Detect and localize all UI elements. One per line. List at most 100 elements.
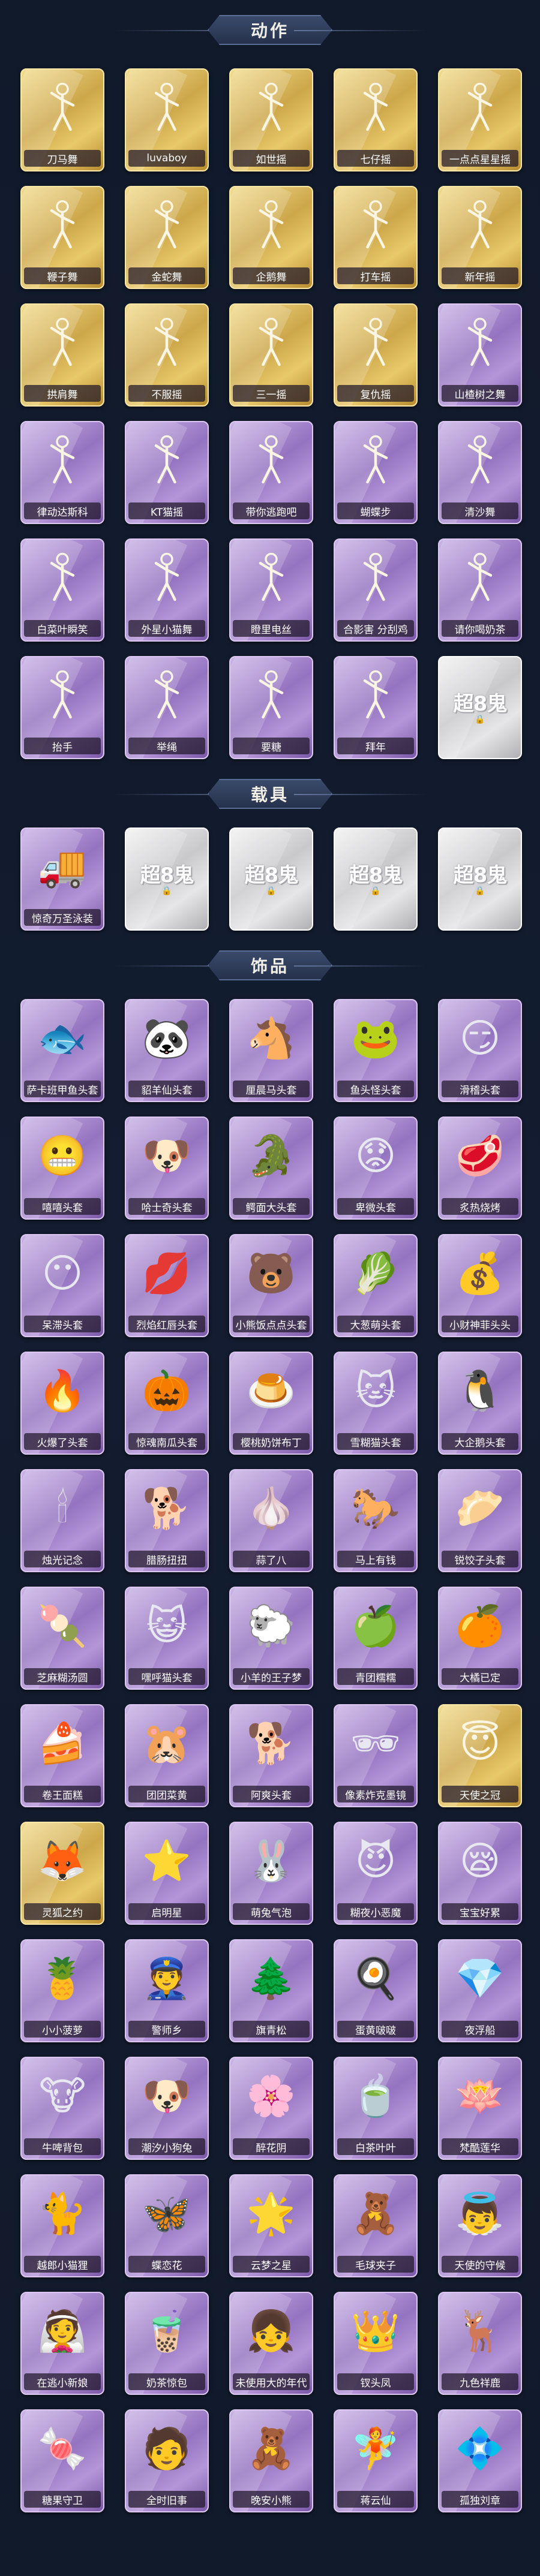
item-cell[interactable]: 要糖 (229, 656, 313, 759)
item-cell[interactable]: 🍬 糖果守卫 (20, 2409, 104, 2512)
item-cell[interactable]: 😈 糊夜小恶魔 (334, 1822, 418, 1925)
item-card[interactable]: 三一摇 (229, 303, 313, 407)
item-card[interactable]: 一点点星星摇 (438, 68, 522, 171)
item-card[interactable]: 🐶 哈士奇头套 (125, 1117, 209, 1220)
item-card[interactable]: 🍍 小小菠萝 (20, 1939, 104, 2042)
item-card[interactable]: 😈 糊夜小恶魔 (334, 1822, 418, 1925)
item-cell[interactable]: KT猫摇 (125, 421, 209, 524)
item-card[interactable]: 🍏 青团糯糯 (334, 1587, 418, 1690)
item-cell[interactable]: 🐹 团团菜黄 (125, 1704, 209, 1807)
item-card[interactable]: 🐶 潮汐小狗兔 (125, 2057, 209, 2160)
item-cell[interactable]: 🍡 芝麻糊汤圆 (20, 1587, 104, 1690)
item-cell[interactable]: 🐰 萌兔气泡 (229, 1822, 313, 1925)
item-cell[interactable]: 👰 在逃小新娘 (20, 2292, 104, 2395)
item-cell[interactable]: 刀马舞 (20, 68, 104, 171)
item-card[interactable]: 🧑 全时旧事 (125, 2409, 209, 2512)
item-card[interactable]: 拜年 (334, 656, 418, 759)
item-card[interactable]: 🦌 九色祥鹿 (438, 2292, 522, 2395)
item-card[interactable]: 😬 嘻嘻头套 (20, 1117, 104, 1220)
item-card[interactable]: 🧋 奶茶惊包 (125, 2292, 209, 2395)
item-cell[interactable]: 🦊 灵狐之约 (20, 1822, 104, 1925)
item-card[interactable]: 👑 钗头凤 (334, 2292, 418, 2395)
item-card[interactable]: 😶 呆滞头套 (20, 1234, 104, 1337)
item-cell[interactable]: 👑 钗头凤 (334, 2292, 418, 2395)
item-card[interactable]: 🐟 萨卡班甲鱼头套 (20, 999, 104, 1102)
item-cell[interactable]: 🐶 潮汐小狗兔 (125, 2057, 209, 2160)
item-cell[interactable]: 🧸 晚安小熊 (229, 2409, 313, 2512)
item-card[interactable]: 🪷 梵酷莲华 (438, 2057, 522, 2160)
locked-item-card[interactable]: 超8鬼 🔒 (334, 827, 418, 931)
item-cell[interactable]: 蝴蝶步 (334, 421, 418, 524)
item-card[interactable]: 七仔摇 (334, 68, 418, 171)
item-card[interactable]: 🥩 炙热烧烤 (438, 1117, 522, 1220)
item-cell[interactable]: 💠 孤独刘章 (438, 2409, 522, 2512)
item-cell[interactable]: 企鹅舞 (229, 186, 313, 289)
item-cell[interactable]: 举绳 (125, 656, 209, 759)
item-card[interactable]: 😺 嘿呼猫头套 (125, 1587, 209, 1690)
item-card[interactable]: 🐮 牛啤背包 (20, 2057, 104, 2160)
item-cell[interactable]: 瞪里电丝 (229, 538, 313, 642)
item-cell[interactable]: 💎 夜浮船 (438, 1939, 522, 2042)
item-card[interactable]: 🐎 马上有钱 (334, 1469, 418, 1572)
item-cell[interactable]: 🐶 哈士奇头套 (125, 1117, 209, 1220)
item-cell[interactable]: 🐴 厘晨马头套 (229, 999, 313, 1102)
item-cell[interactable]: 🍊 大橘已定 (438, 1587, 522, 1690)
item-card[interactable]: KT猫摇 (125, 421, 209, 524)
item-card[interactable]: 😇 天使之冠 (438, 1704, 522, 1807)
item-card[interactable]: 💠 孤独刘章 (438, 2409, 522, 2512)
item-card[interactable]: 👮 警师乡 (125, 1939, 209, 2042)
item-cell[interactable]: 🐊 鳄面大头套 (229, 1117, 313, 1220)
item-card[interactable]: 😏 滑稽头套 (438, 999, 522, 1102)
item-card[interactable]: 🕶 像素炸克墨镜 (334, 1704, 418, 1807)
item-card[interactable]: 💎 夜浮船 (438, 1939, 522, 2042)
item-card[interactable]: 蝴蝶步 (334, 421, 418, 524)
item-card[interactable]: 不服摇 (125, 303, 209, 407)
locked-item-card[interactable]: 超8鬼 🔒 (438, 827, 522, 931)
item-card[interactable]: 山楂树之舞 (438, 303, 522, 407)
item-cell[interactable]: 🍏 青团糯糯 (334, 1587, 418, 1690)
item-card[interactable]: 🍮 樱桃奶饼布丁 (229, 1352, 313, 1455)
item-card[interactable]: 鞭子舞 (20, 186, 104, 289)
item-cell[interactable]: 😺 嘿呼猫头套 (125, 1587, 209, 1690)
item-cell[interactable]: 合影害 分刮鸡 (334, 538, 418, 642)
item-cell[interactable]: 🧋 奶茶惊包 (125, 2292, 209, 2395)
item-cell[interactable]: 🥩 炙热烧烤 (438, 1117, 522, 1220)
item-card[interactable]: 🧸 毛球夹子 (334, 2174, 418, 2277)
item-cell[interactable]: 清沙舞 (438, 421, 522, 524)
item-card[interactable]: 🧸 晚安小熊 (229, 2409, 313, 2512)
item-cell[interactable]: ⭐ 启明星 (125, 1822, 209, 1925)
item-cell[interactable]: 🍍 小小菠萝 (20, 1939, 104, 2042)
item-card[interactable]: 🦊 灵狐之约 (20, 1822, 104, 1925)
item-card[interactable]: 外星小猫舞 (125, 538, 209, 642)
item-cell[interactable]: 超8鬼 🔒 (438, 827, 522, 931)
item-card[interactable]: 白菜叶瞬笑 (20, 538, 104, 642)
item-cell[interactable]: 😶 呆滞头套 (20, 1234, 104, 1337)
item-cell[interactable]: 超8鬼 🔒 (229, 827, 313, 931)
item-cell[interactable]: 🌸 醉花阴 (229, 2057, 313, 2160)
item-card[interactable]: 🍳 蛋黄啵啵 (334, 1939, 418, 2042)
item-card[interactable]: 拱肩舞 (20, 303, 104, 407)
item-cell[interactable]: 一点点星星摇 (438, 68, 522, 171)
item-card[interactable]: 🍬 糖果守卫 (20, 2409, 104, 2512)
item-cell[interactable]: 🧸 毛球夹子 (334, 2174, 418, 2277)
item-cell[interactable]: 🕶 像素炸克墨镜 (334, 1704, 418, 1807)
item-cell[interactable]: 🌟 云梦之星 (229, 2174, 313, 2277)
item-card[interactable]: luvaboy (125, 68, 209, 171)
item-cell[interactable]: 🍵 白茶叶叶 (334, 2057, 418, 2160)
item-card[interactable]: 瞪里电丝 (229, 538, 313, 642)
item-cell[interactable]: 🕯 烛光记念 (20, 1469, 104, 1572)
item-card[interactable]: 刀马舞 (20, 68, 104, 171)
item-cell[interactable]: 🔥 火爆了头套 (20, 1352, 104, 1455)
item-cell[interactable]: 拱肩舞 (20, 303, 104, 407)
item-cell[interactable]: 超8鬼 🔒 (334, 827, 418, 931)
item-card[interactable]: 🍊 大橘已定 (438, 1587, 522, 1690)
item-card[interactable]: 🍡 芝麻糊汤圆 (20, 1587, 104, 1690)
item-card[interactable]: 👧 未使用大的年代 (229, 2292, 313, 2395)
item-card[interactable]: 🐰 萌兔气泡 (229, 1822, 313, 1925)
item-cell[interactable]: 🐑 小羊的王子梦 (229, 1587, 313, 1690)
item-cell[interactable]: 🥬 大葱萌头套 (334, 1234, 418, 1337)
item-cell[interactable]: 💰 小财神菲头头 (438, 1234, 522, 1337)
item-card[interactable]: 🧚 蒋云仙 (334, 2409, 418, 2512)
item-card[interactable]: 律动达斯科 (20, 421, 104, 524)
item-cell[interactable]: 😟 卑微头套 (334, 1117, 418, 1220)
